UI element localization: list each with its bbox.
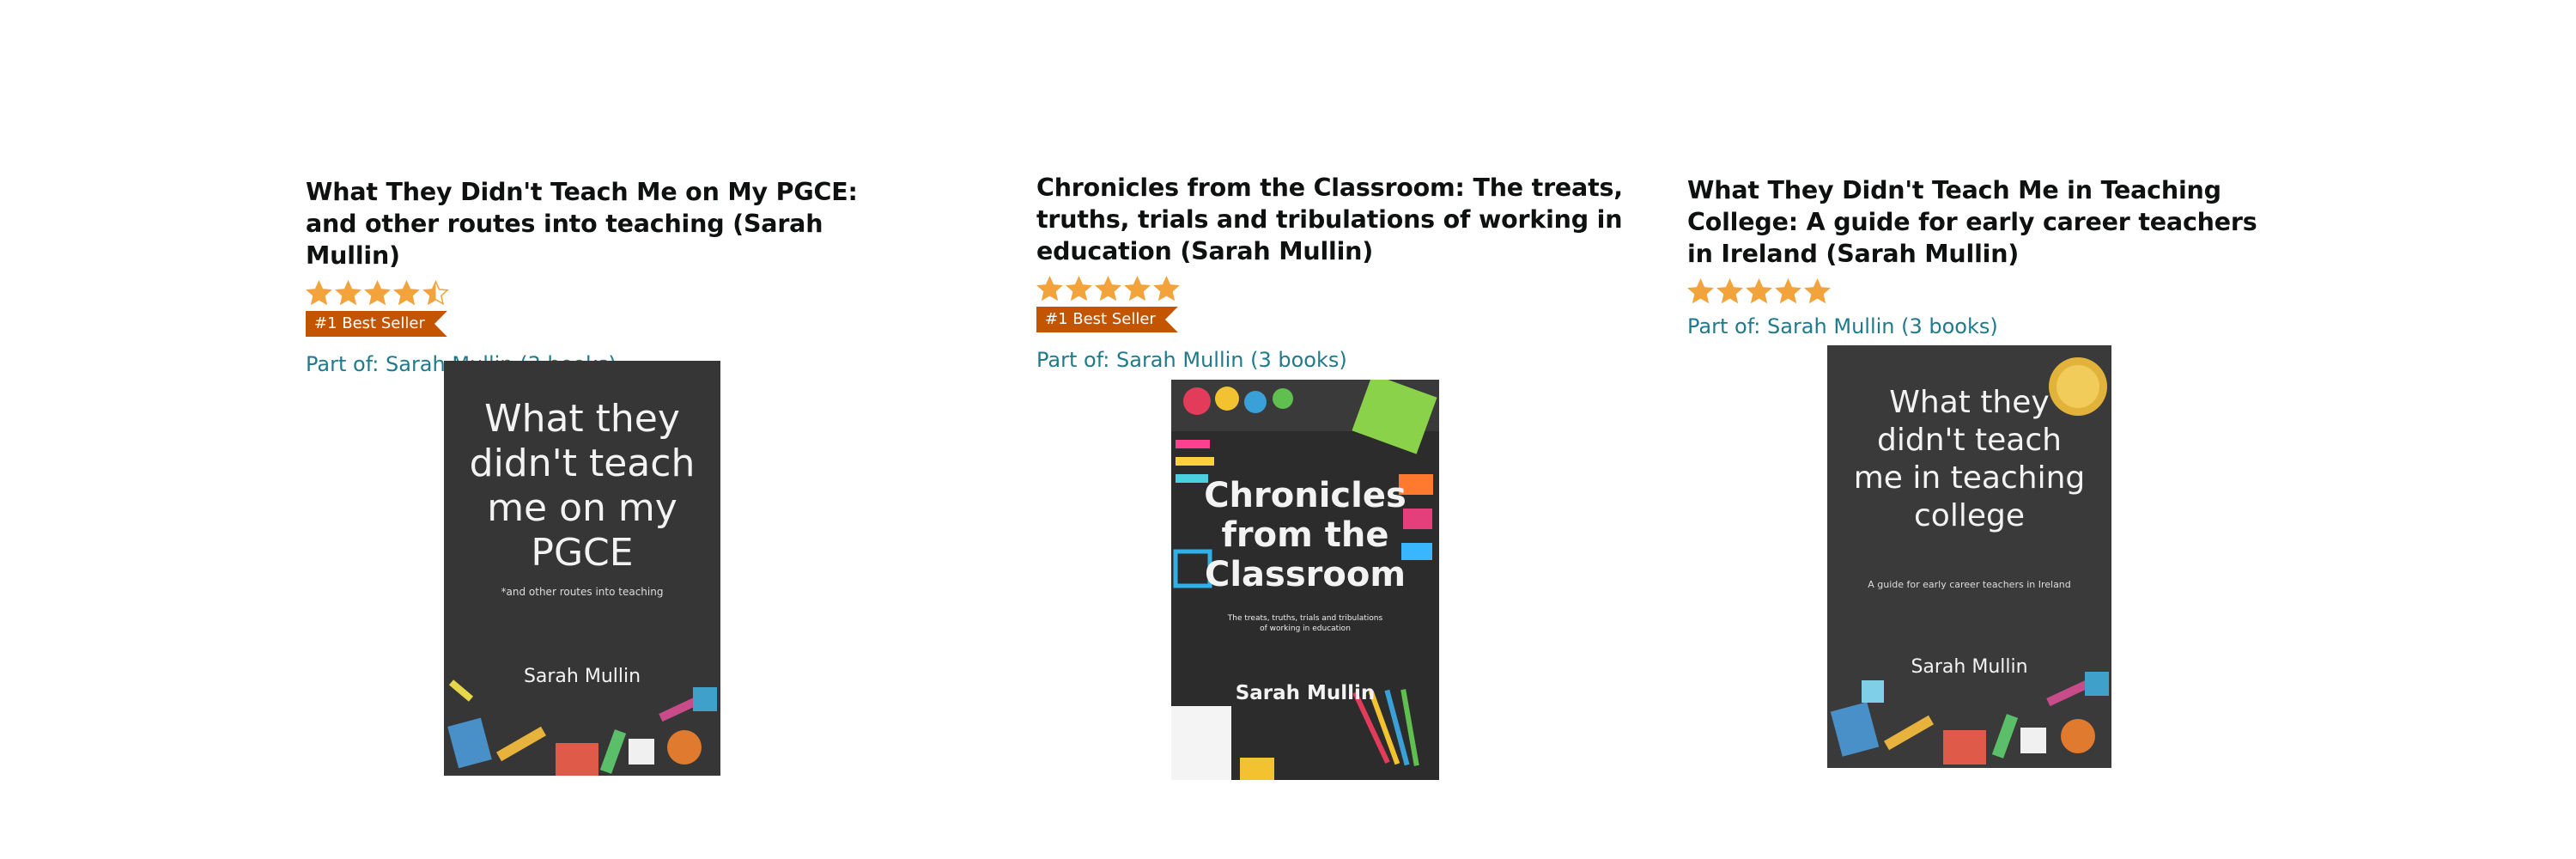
star-icon [1687,277,1714,303]
star-icon [393,279,420,305]
star-icon [1775,277,1801,303]
star-icon [1716,277,1743,303]
cover-author: Sarah Mullin [523,666,641,687]
cover-subtitle: *and other routes into teaching [501,586,664,598]
star-icon [1095,275,1121,301]
star-icon [1153,275,1180,301]
series-link[interactable]: Part of: Sarah Mullin (3 books) [1036,348,1637,372]
cover-title: Chronicles from the Classroom [1204,476,1406,594]
product-title[interactable]: Chronicles from the Classroom: The treat… [1036,172,1637,267]
star-rating[interactable] [1036,274,1637,303]
best-seller-badge: #1 Best Seller [306,311,447,337]
star-icon [335,279,361,305]
star-icon [1124,275,1151,301]
product-card: Chronicles from the Classroom: The treat… [1036,172,1637,372]
star-rating[interactable] [1687,277,2288,306]
star-rating[interactable] [306,278,907,308]
star-icon [422,279,449,305]
star-icon [1036,275,1063,301]
cover-author: Sarah Mullin [1235,682,1376,704]
product-title[interactable]: What They Didn't Teach Me in Teaching Co… [1687,174,2288,270]
cover-title: What they didn't teach me on my PGCE [469,397,696,575]
book-cover[interactable]: What they didn't teach me in teaching co… [1827,345,2111,768]
series-link[interactable]: Part of: Sarah Mullin (3 books) [1687,314,2288,338]
cover-title: What they didn't teach me in teaching co… [1853,385,2086,533]
book-cover[interactable]: What they didn't teach me on my PGCE *an… [444,361,720,776]
best-seller-badge: #1 Best Seller [1036,307,1178,332]
cover-author: Sarah Mullin [1911,656,2028,678]
star-icon [1066,275,1092,301]
star-icon [1804,277,1831,303]
cover-subtitle: A guide for early career teachers in Ire… [1868,579,2071,590]
book-cover[interactable]: Chronicles from the Classroom The treats… [1171,380,1439,780]
star-icon [364,279,391,305]
star-icon [306,279,332,305]
star-icon [1746,277,1772,303]
cover-subtitle: The treats, truths, trials and tribulati… [1227,614,1383,633]
product-title[interactable]: What They Didn't Teach Me on My PGCE: an… [306,176,907,271]
product-card: What They Didn't Teach Me on My PGCE: an… [306,176,907,376]
product-card: What They Didn't Teach Me in Teaching Co… [1687,174,2288,338]
